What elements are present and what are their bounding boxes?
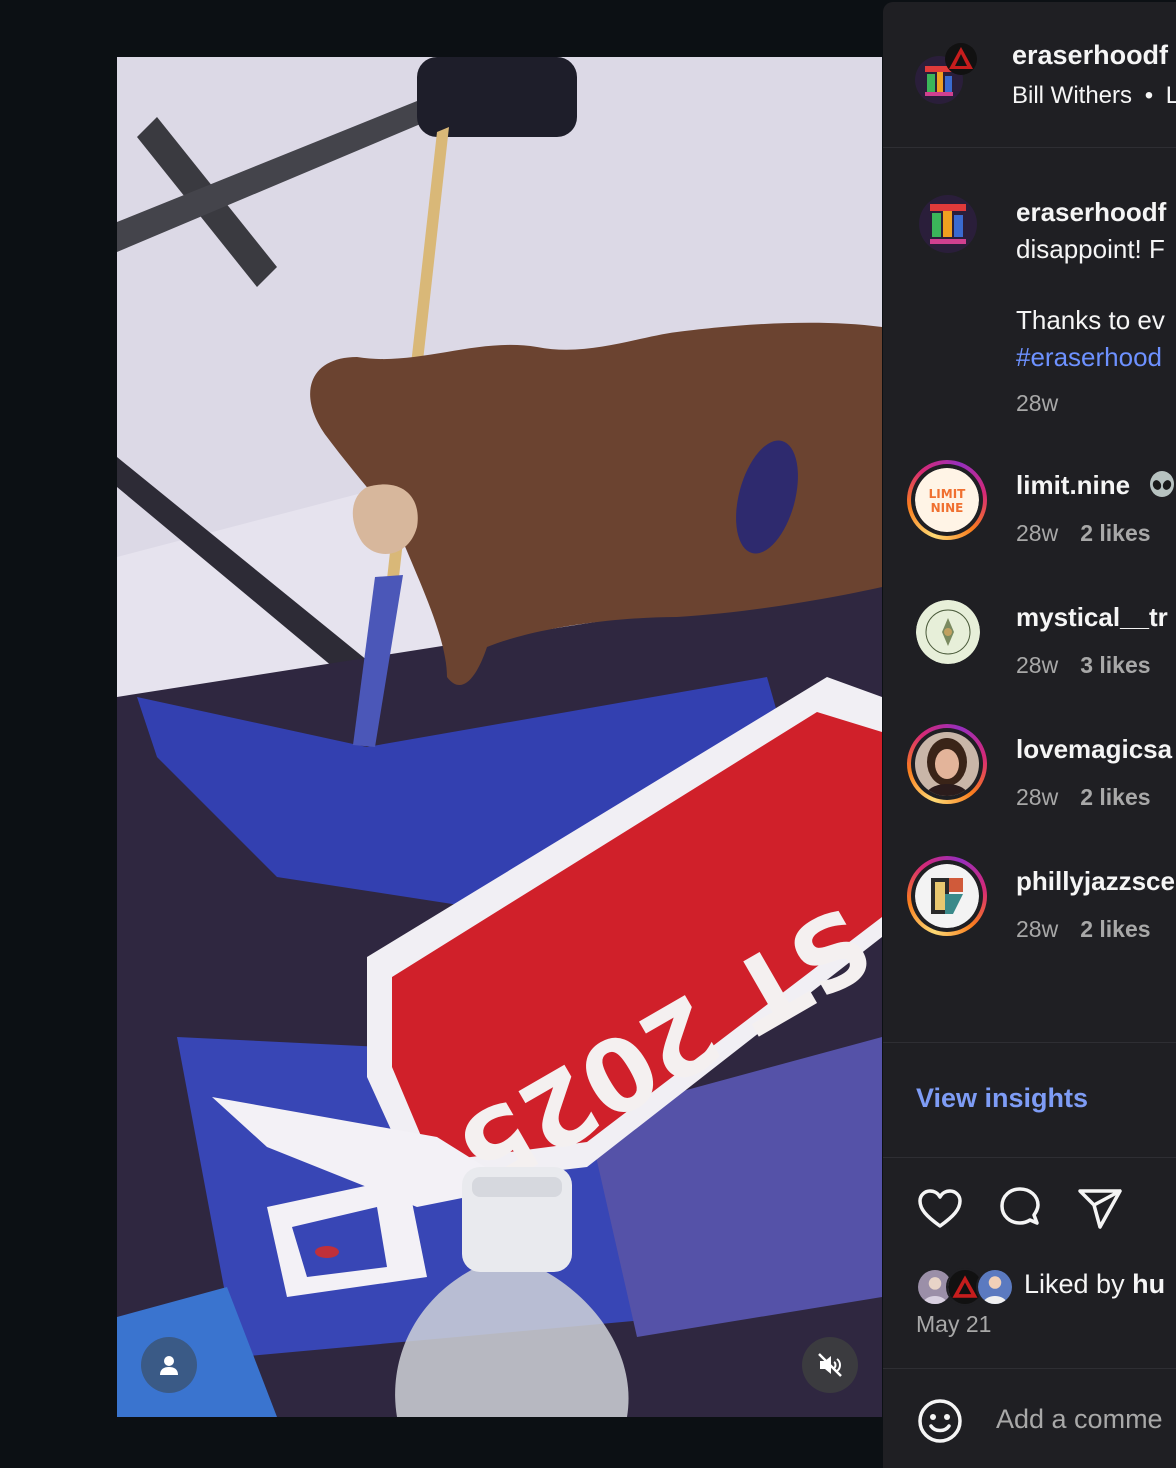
post-date[interactable]: May 21 — [916, 1311, 991, 1338]
divider — [883, 1157, 1176, 1158]
commenter-avatar — [915, 864, 979, 928]
comment-meta: 28w 3 likes — [1016, 652, 1151, 679]
commenter-username[interactable]: lovemagicsa — [1016, 734, 1172, 765]
commenter-username[interactable]: limit.nine — [1016, 470, 1176, 501]
post-details-panel: eraserhoodf Bill Withers • L eraserhoodf… — [883, 2, 1176, 1468]
caption-text-line1: disappoint! F — [1016, 234, 1165, 264]
video-frame: ST 2025 — [117, 57, 882, 1417]
divider — [883, 1042, 1176, 1043]
liker-avatar — [976, 1268, 1014, 1306]
comment-item: phillyjazzsce 28w 2 likes — [883, 856, 1176, 946]
audio-separator: • — [1144, 82, 1154, 109]
audio-artist[interactable]: Bill Withers — [1012, 82, 1132, 109]
emoji-icon[interactable] — [916, 1397, 964, 1445]
commenter-avatar: LIMIT NINE — [915, 468, 979, 532]
story-ring[interactable] — [907, 724, 987, 804]
story-ring[interactable]: LIMIT NINE — [907, 460, 987, 540]
person-icon — [160, 1356, 178, 1375]
comment-bubble-icon[interactable] — [996, 1185, 1044, 1233]
caption-timestamp[interactable]: 28w — [1016, 390, 1058, 417]
audio-line[interactable]: Bill Withers • L — [1012, 82, 1176, 110]
svg-text:NINE: NINE — [931, 501, 964, 515]
comment-time[interactable]: 28w — [1016, 652, 1058, 678]
comment-item: mystical__tr 28w 3 likes — [883, 592, 1176, 682]
caption-hashtag[interactable]: #eraserhood — [1016, 342, 1162, 373]
view-insights-link[interactable]: View insights — [916, 1083, 1088, 1114]
tagged-users-button[interactable] — [141, 1337, 197, 1393]
speaker-muted-icon — [818, 1353, 842, 1377]
add-comment-input[interactable]: Add a comme — [996, 1404, 1163, 1435]
svg-text:LIMIT: LIMIT — [929, 487, 967, 501]
comment-likes[interactable]: 2 likes — [1080, 784, 1150, 810]
collaborator-avatar[interactable] — [941, 42, 981, 76]
caption-text-line2: Thanks to ev — [1016, 305, 1165, 335]
story-ring[interactable] — [907, 856, 987, 936]
post-username[interactable]: eraserhoodf — [1012, 40, 1168, 71]
commenter-username[interactable]: mystical__tr — [1016, 602, 1168, 633]
comment-likes[interactable]: 2 likes — [1080, 520, 1150, 546]
comment-meta: 28w 2 likes — [1016, 784, 1151, 811]
mute-toggle-button[interactable] — [802, 1337, 858, 1393]
caption-username[interactable]: eraserhoodf — [1016, 197, 1166, 228]
comment-item: lovemagicsa 28w 2 likes — [883, 724, 1176, 814]
comment-likes[interactable]: 2 likes — [1080, 916, 1150, 942]
liked-by-text[interactable]: Liked by hu — [1024, 1269, 1165, 1300]
post-header: eraserhoodf Bill Withers • L — [883, 2, 1176, 148]
comment-meta: 28w 2 likes — [1016, 520, 1151, 547]
comment-item: LIMIT NINE limit.nine 28w 2 likes — [883, 460, 1176, 550]
divider — [883, 1368, 1176, 1369]
comment-time[interactable]: 28w — [1016, 784, 1058, 810]
commenter-avatar — [915, 732, 979, 796]
likers-avatars[interactable] — [916, 1268, 1026, 1306]
commenter-username[interactable]: phillyjazzsce — [1016, 866, 1175, 897]
comment-time[interactable]: 28w — [1016, 520, 1058, 546]
heart-icon[interactable] — [916, 1185, 964, 1233]
comment-time[interactable]: 28w — [1016, 916, 1058, 942]
caption-avatar[interactable] — [918, 194, 978, 254]
paper-plane-icon[interactable] — [1076, 1185, 1124, 1233]
commenter-avatar[interactable] — [916, 600, 980, 664]
comment-meta: 28w 2 likes — [1016, 916, 1151, 943]
audio-trail[interactable]: L — [1166, 82, 1176, 109]
alien-icon — [1150, 471, 1175, 497]
reel-video[interactable]: ST 2025 — [117, 57, 882, 1417]
comment-likes[interactable]: 3 likes — [1080, 652, 1150, 678]
